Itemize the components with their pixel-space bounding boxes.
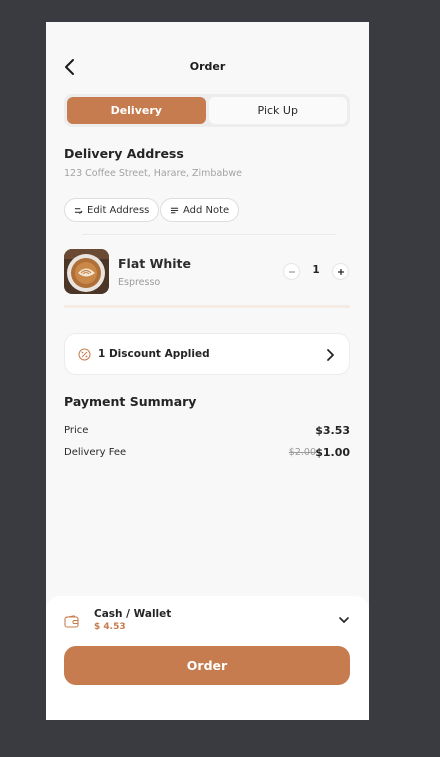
delivery-address-text: 123 Coffee Street, Harare, Zimbabwe <box>64 168 242 179</box>
note-icon <box>170 207 179 213</box>
delivery-mode-toggle: Delivery Pick Up <box>64 94 350 127</box>
increase-quantity-button[interactable] <box>332 263 349 280</box>
minus-icon <box>288 270 295 273</box>
add-note-label: Add Note <box>183 204 230 216</box>
discount-icon <box>78 348 91 361</box>
payment-method-name: Cash / Wallet <box>94 608 172 620</box>
page-title: Order <box>189 60 226 73</box>
tab-pick-up[interactable]: Pick Up <box>208 97 347 124</box>
checkout-panel: Cash / Wallet $ 4.53 Order <box>46 596 369 720</box>
discount-row[interactable]: 1 Discount Applied <box>64 333 350 375</box>
chevron-down-icon[interactable] <box>338 616 350 625</box>
price-label: Price <box>64 425 89 436</box>
delivery-fee-label: Delivery Fee <box>64 447 127 458</box>
decrease-quantity-button[interactable] <box>283 263 300 280</box>
price-value: $3.53 <box>315 424 350 437</box>
edit-icon <box>74 207 83 214</box>
order-button[interactable]: Order <box>64 646 350 685</box>
delivery-fee-original: $2.00 <box>288 447 316 458</box>
coffee-cup-image <box>64 249 109 294</box>
item-name: Flat White <box>118 256 192 271</box>
tab-delivery[interactable]: Delivery <box>67 97 206 124</box>
divider <box>82 234 336 235</box>
order-screen: Order Delivery Pick Up Delivery Address … <box>46 22 369 720</box>
delivery-fee-value: $1.00 <box>315 446 350 459</box>
quantity-value: 1 <box>312 264 320 276</box>
payment-method-amount: $ 4.53 <box>94 622 126 632</box>
add-note-button[interactable]: Add Note <box>160 198 240 222</box>
discount-label: 1 Discount Applied <box>98 348 210 360</box>
edit-address-button[interactable]: Edit Address <box>64 198 160 222</box>
item-subtitle: Espresso <box>118 277 161 288</box>
wallet-icon <box>64 615 79 628</box>
edit-address-label: Edit Address <box>87 204 150 216</box>
delivery-address-title: Delivery Address <box>64 146 184 161</box>
payment-summary-title: Payment Summary <box>64 394 197 409</box>
chevron-right-icon <box>327 349 334 361</box>
plus-icon <box>337 268 344 275</box>
section-separator <box>64 305 350 308</box>
